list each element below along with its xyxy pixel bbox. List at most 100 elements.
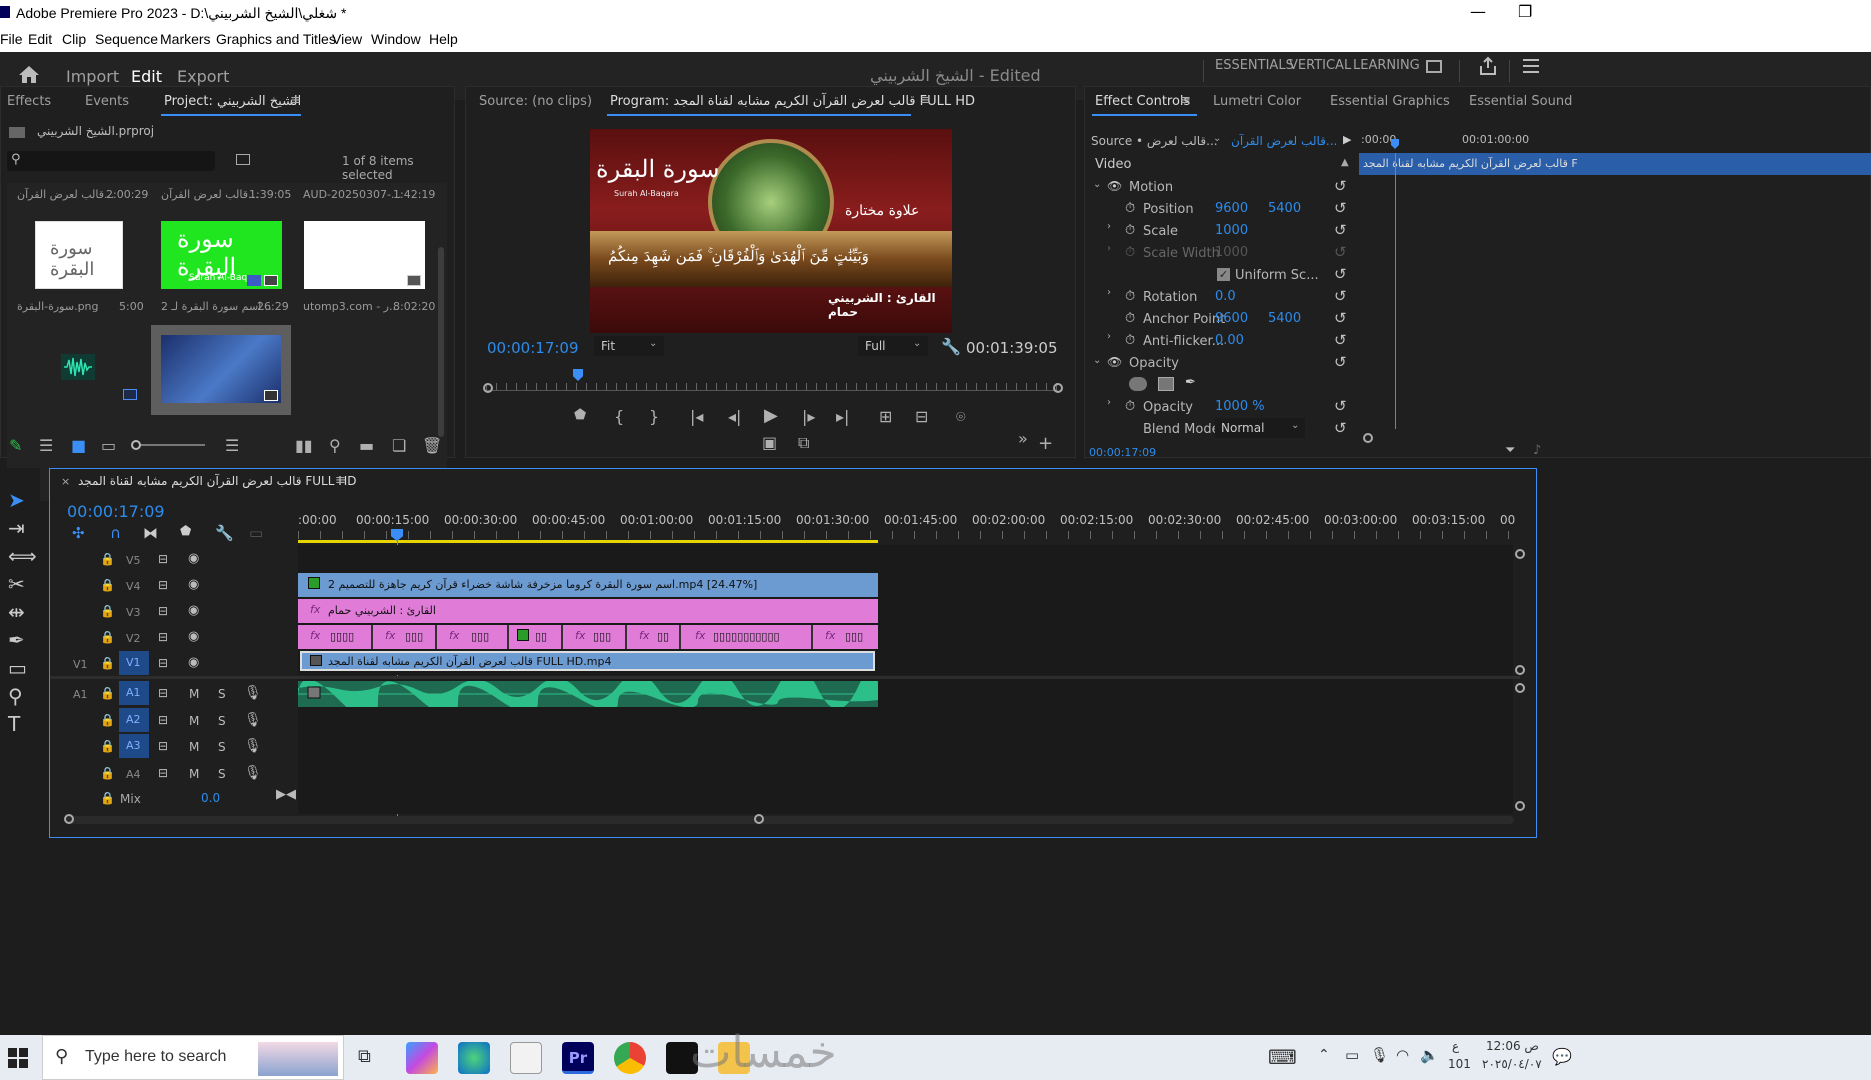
linked-selection-icon[interactable]: ⧓ (143, 524, 158, 542)
vscroll-handle[interactable] (1515, 683, 1525, 693)
sync-icon[interactable]: ⊟ (158, 713, 168, 727)
chevron-up-icon[interactable]: ⌃ (1318, 1047, 1330, 1063)
lock-icon[interactable]: 🔒 (100, 630, 115, 644)
slip-tool-icon[interactable]: ⇹ (8, 600, 25, 624)
workspace-panel-icon[interactable] (1426, 60, 1442, 73)
share-icon[interactable] (1478, 56, 1498, 76)
go-to-end-icon[interactable]: ▶◀ (276, 787, 296, 802)
program-frame[interactable]: سورة البقرة Surah Al-Baqara علاوة مختارة… (590, 129, 952, 333)
playhead[interactable] (573, 369, 583, 381)
clip-v2-segment[interactable]: fx ▯▯▯ (815, 625, 878, 649)
freeform-view-icon[interactable]: ▭ (101, 436, 116, 455)
tab-essential-graphics[interactable]: Essential Graphics (1330, 94, 1450, 109)
track-select-tool-icon[interactable]: ⇥ (8, 516, 25, 540)
selection-tool-icon[interactable]: ➤ (8, 488, 25, 512)
mute-button[interactable]: M (189, 767, 199, 781)
ec-source-clip[interactable]: قالب لعرض القرآن... (1231, 134, 1337, 148)
source-patch-v1[interactable]: V1 (73, 658, 88, 671)
pencil-icon[interactable]: ✎ (9, 436, 22, 455)
mode-edit[interactable]: Edit (131, 67, 162, 86)
taskbar-search-input[interactable]: ⚲ Type here to search (42, 1035, 344, 1080)
wifi-icon[interactable]: ◠ (1396, 1046, 1409, 1064)
clip-v2-segment[interactable]: fx ▯▯▯ (375, 625, 437, 649)
fit-dropdown[interactable]: Fit ⌄ (594, 336, 664, 356)
volume-icon[interactable]: 🔈 (1420, 1046, 1439, 1064)
menu-sequence[interactable]: Sequence (95, 31, 158, 47)
project-item-thumb[interactable] (304, 221, 425, 289)
snap-icon[interactable]: ∩ (110, 524, 121, 542)
edge-icon[interactable] (458, 1042, 490, 1074)
clip-v2-segment[interactable]: fx ▯▯ (629, 625, 681, 649)
razor-tool-icon[interactable]: ✂ (8, 572, 25, 596)
mix-value[interactable]: 0.0 (201, 791, 220, 805)
solo-button[interactable]: S (218, 767, 226, 781)
program-scrubber[interactable] (486, 383, 1058, 391)
reset-icon[interactable]: ↺ (1334, 199, 1347, 217)
project-scrollbar[interactable] (438, 247, 444, 437)
tab-essential-sound[interactable]: Essential Sound (1469, 94, 1572, 109)
multi-camera-icon[interactable]: ⧉ (798, 433, 809, 453)
microphone-icon[interactable]: 🎙 (244, 765, 262, 781)
play-icon[interactable]: ▶ (1343, 133, 1351, 146)
vscroll-handle[interactable] (1515, 549, 1525, 559)
ec-scroll-handle[interactable] (1363, 433, 1373, 443)
expand-icon[interactable]: › (1107, 243, 1111, 254)
sync-icon[interactable]: ⊟ (158, 630, 168, 644)
panel-menu-icon[interactable]: ≡ (335, 473, 346, 488)
chevron-down-icon[interactable]: ⌄ (1213, 133, 1221, 144)
work-area-bar[interactable] (298, 540, 878, 543)
expand-icon[interactable]: › (1107, 221, 1111, 232)
tab-events[interactable]: Events (85, 94, 129, 109)
scale-value[interactable]: 1000 (1215, 223, 1248, 238)
quality-dropdown[interactable]: Full ⌄ (858, 336, 928, 356)
ellipse-mask-icon[interactable] (1129, 377, 1147, 391)
project-item-selected[interactable] (151, 325, 291, 415)
go-to-out-icon[interactable]: ▸| (836, 407, 849, 426)
clip-v2-segment[interactable]: fx ▯▯▯▯▯▯▯▯▯▯▯ (683, 625, 813, 649)
reset-icon[interactable]: ↺ (1334, 287, 1347, 305)
pen-tool-icon[interactable]: ✒ (8, 628, 25, 652)
reset-icon[interactable]: ↺ (1334, 353, 1347, 371)
track-a1-target[interactable]: A1 (119, 681, 149, 705)
anti-flicker-value[interactable]: 0.00 (1215, 333, 1244, 348)
tab-effects[interactable]: Effects (7, 94, 51, 109)
reset-icon[interactable]: ↺ (1334, 309, 1347, 327)
clip-a1[interactable] (298, 681, 878, 707)
more-controls-icon[interactable]: » (1018, 429, 1028, 448)
sync-icon[interactable]: ⊟ (158, 739, 168, 753)
mode-import[interactable]: Import (66, 67, 119, 86)
workspace-vertical[interactable]: VERTICAL (1289, 58, 1351, 73)
find-icon[interactable]: ⚲ (329, 436, 341, 455)
sync-icon[interactable]: ⊟ (158, 656, 168, 670)
keyboard-icon[interactable]: ⌨ (1268, 1045, 1297, 1069)
chrome-icon[interactable] (614, 1042, 646, 1074)
eye-icon[interactable]: ◉ (188, 551, 199, 566)
clock-time[interactable]: 12:06 ص (1486, 1039, 1539, 1053)
clip-v4[interactable]: 2 اسم سورة البقرة كروما مزخرفة شاشة خضرا… (298, 573, 878, 597)
menu-clip[interactable]: Clip (62, 31, 86, 47)
nest-icon[interactable]: ✣ (72, 524, 85, 542)
mark-in-icon[interactable]: { (614, 407, 624, 426)
program-current-time[interactable]: 00:00:17:09 (487, 339, 579, 357)
vscroll-handle[interactable] (1515, 665, 1525, 675)
mode-export[interactable]: Export (177, 67, 229, 86)
ripple-edit-tool-icon[interactable]: ⟺ (8, 544, 37, 568)
new-bin-icon[interactable] (236, 154, 250, 165)
insert-icon[interactable]: ⊞ (879, 407, 892, 426)
sequence-tab[interactable]: قالب لعرض القرآن الكريم مشابه لقناة المج… (78, 474, 356, 488)
tab-project[interactable]: Project: الشيخ الشربيني (164, 94, 301, 109)
new-item-icon[interactable]: ❏ (392, 436, 406, 455)
blend-mode-dropdown[interactable]: Normal ⌄ (1215, 418, 1305, 438)
position-x[interactable]: 9600 (1215, 201, 1248, 216)
battery-icon[interactable]: ▭ (1345, 1046, 1359, 1064)
sync-icon[interactable]: ⊟ (158, 766, 168, 780)
lock-icon[interactable]: 🔒 (100, 604, 115, 618)
mute-button[interactable]: M (189, 687, 199, 701)
panel-menu-icon[interactable]: ≡ (920, 93, 931, 108)
play-icon[interactable]: ▶ (764, 405, 778, 426)
sync-icon[interactable]: ⊟ (158, 578, 168, 592)
audio-icon[interactable]: ♪ (1533, 443, 1541, 458)
step-back-icon[interactable]: ◂| (728, 407, 741, 426)
uniform-scale-checkbox[interactable]: ✓ (1217, 268, 1230, 281)
eye-icon[interactable]: ◉ (188, 655, 199, 670)
